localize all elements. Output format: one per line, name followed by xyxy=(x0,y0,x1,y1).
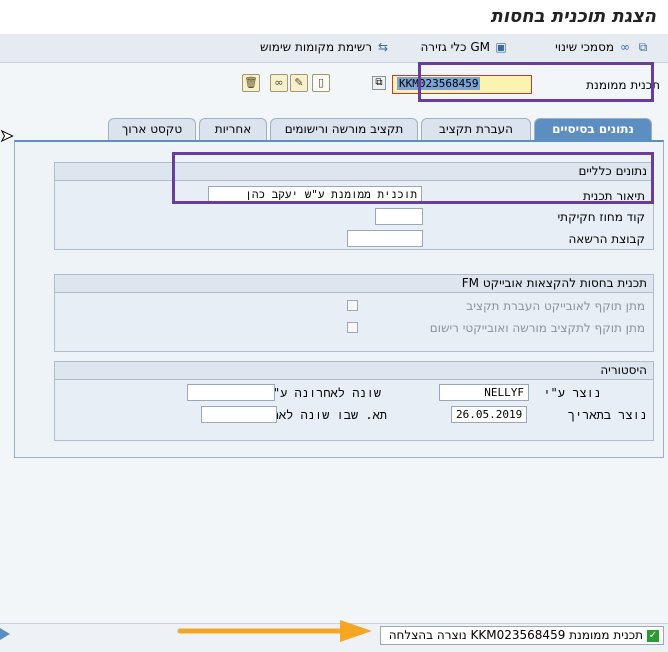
history-title: היסטוריה xyxy=(55,362,653,380)
tab-budget-transfer[interactable]: העברת תקציב xyxy=(421,118,531,140)
title-bar: הצגת תוכנית בחסות xyxy=(0,0,668,35)
tab-long-text[interactable]: טקסט ארוך xyxy=(108,118,196,140)
toolbar-change-documents[interactable]: ⧉ ∞ מסמכי שינוי xyxy=(555,40,650,54)
history-group: היסטוריה נוצר ע"י NELLYF שונה לאחרונה ע"… xyxy=(54,361,654,441)
window-title: הצגת תוכנית בחסות xyxy=(490,6,656,27)
delete-icon[interactable]: 🗑 xyxy=(242,74,260,92)
glasses-icon: ∞ xyxy=(620,40,630,54)
application-toolbar: ⧉ ∞ מסמכי שינוי ▣ GM כלי גזירה ⇆ רשימת מ… xyxy=(0,34,668,63)
create-document-icon[interactable]: ▯ xyxy=(312,74,330,92)
tab-basic-data[interactable]: נתונים בסיסיים xyxy=(534,118,652,140)
tab-authorized-budget[interactable]: תקציב מורשה ורישומים xyxy=(270,118,418,140)
last-changed-by-input[interactable] xyxy=(187,384,275,401)
annotation-arrow xyxy=(177,620,372,642)
edit-pencil-icon[interactable]: ✎ xyxy=(290,74,308,92)
tools-icon: ▣ xyxy=(495,40,507,54)
display-icon[interactable]: ∞ xyxy=(270,74,288,92)
fm-assignment-group: תכנית בחסות להקצאות אובייקט FM מתן תוקף … xyxy=(54,274,654,352)
last-changed-by-label: שונה לאחרונה ע"י xyxy=(265,386,381,400)
toolbar-where-used[interactable]: ⇆ רשימת מקומות שימוש xyxy=(260,40,390,54)
legal-code-label: קוד מחוז חקיקתי xyxy=(557,210,646,224)
status-expand-icon[interactable] xyxy=(0,628,10,640)
toolbar-where-used-label: רשימת מקומות שימוש xyxy=(260,40,372,54)
document-copy-icon: ⧉ xyxy=(638,40,648,54)
legal-code-input[interactable] xyxy=(375,208,423,225)
authorization-group-label: קבוצת הרשאה xyxy=(568,232,645,246)
fm-assignment-title: תכנית בחסות להקצאות אובייקט FM xyxy=(55,275,653,293)
created-on-input[interactable]: 26.05.2019 xyxy=(451,406,527,423)
toolbar-gm-tools-label: GM כלי גזירה xyxy=(420,40,490,54)
budget-transfer-validation-checkbox[interactable] xyxy=(347,300,358,311)
highlight-box-description xyxy=(172,152,654,204)
authorization-group-input[interactable] xyxy=(347,230,423,247)
copy-icon[interactable]: ⧉ xyxy=(372,76,386,90)
changed-on-input[interactable] xyxy=(201,406,277,423)
tab-strip: נתונים בסיסיים העברת תקציב תקציב מורשה ו… xyxy=(108,118,668,140)
toolbar-gm-tools[interactable]: ▣ GM כלי גזירה xyxy=(420,40,508,54)
mouse-cursor-icon: ➤ xyxy=(0,126,14,146)
budget-transfer-validation-label: מתן תוקף לאובייקט העברת תקציב xyxy=(466,299,645,313)
created-by-input[interactable]: NELLYF xyxy=(439,384,529,401)
posting-budget-validation-checkbox[interactable] xyxy=(347,322,358,333)
status-message-box[interactable]: ✓ תכנית ממומנת KKM023568459 נוצרה בהצלחה xyxy=(380,626,664,645)
toolbar-change-documents-label: מסמכי שינוי xyxy=(555,40,614,54)
created-by-label: נוצר ע"י xyxy=(543,386,601,400)
where-used-icon: ⇆ xyxy=(377,40,389,54)
created-on-label: נוצר בתאריך xyxy=(567,408,647,422)
highlight-box-program xyxy=(418,62,654,102)
status-message: תכנית ממומנת KKM023568459 נוצרה בהצלחה xyxy=(388,628,643,642)
tab-responsibility[interactable]: אחריות xyxy=(199,118,267,140)
annotation-arrow-head xyxy=(340,620,372,642)
posting-budget-validation-label: מתן תוקף לתקציב מורשה ואובייקטי רישום xyxy=(429,321,645,335)
success-check-icon: ✓ xyxy=(647,629,659,642)
